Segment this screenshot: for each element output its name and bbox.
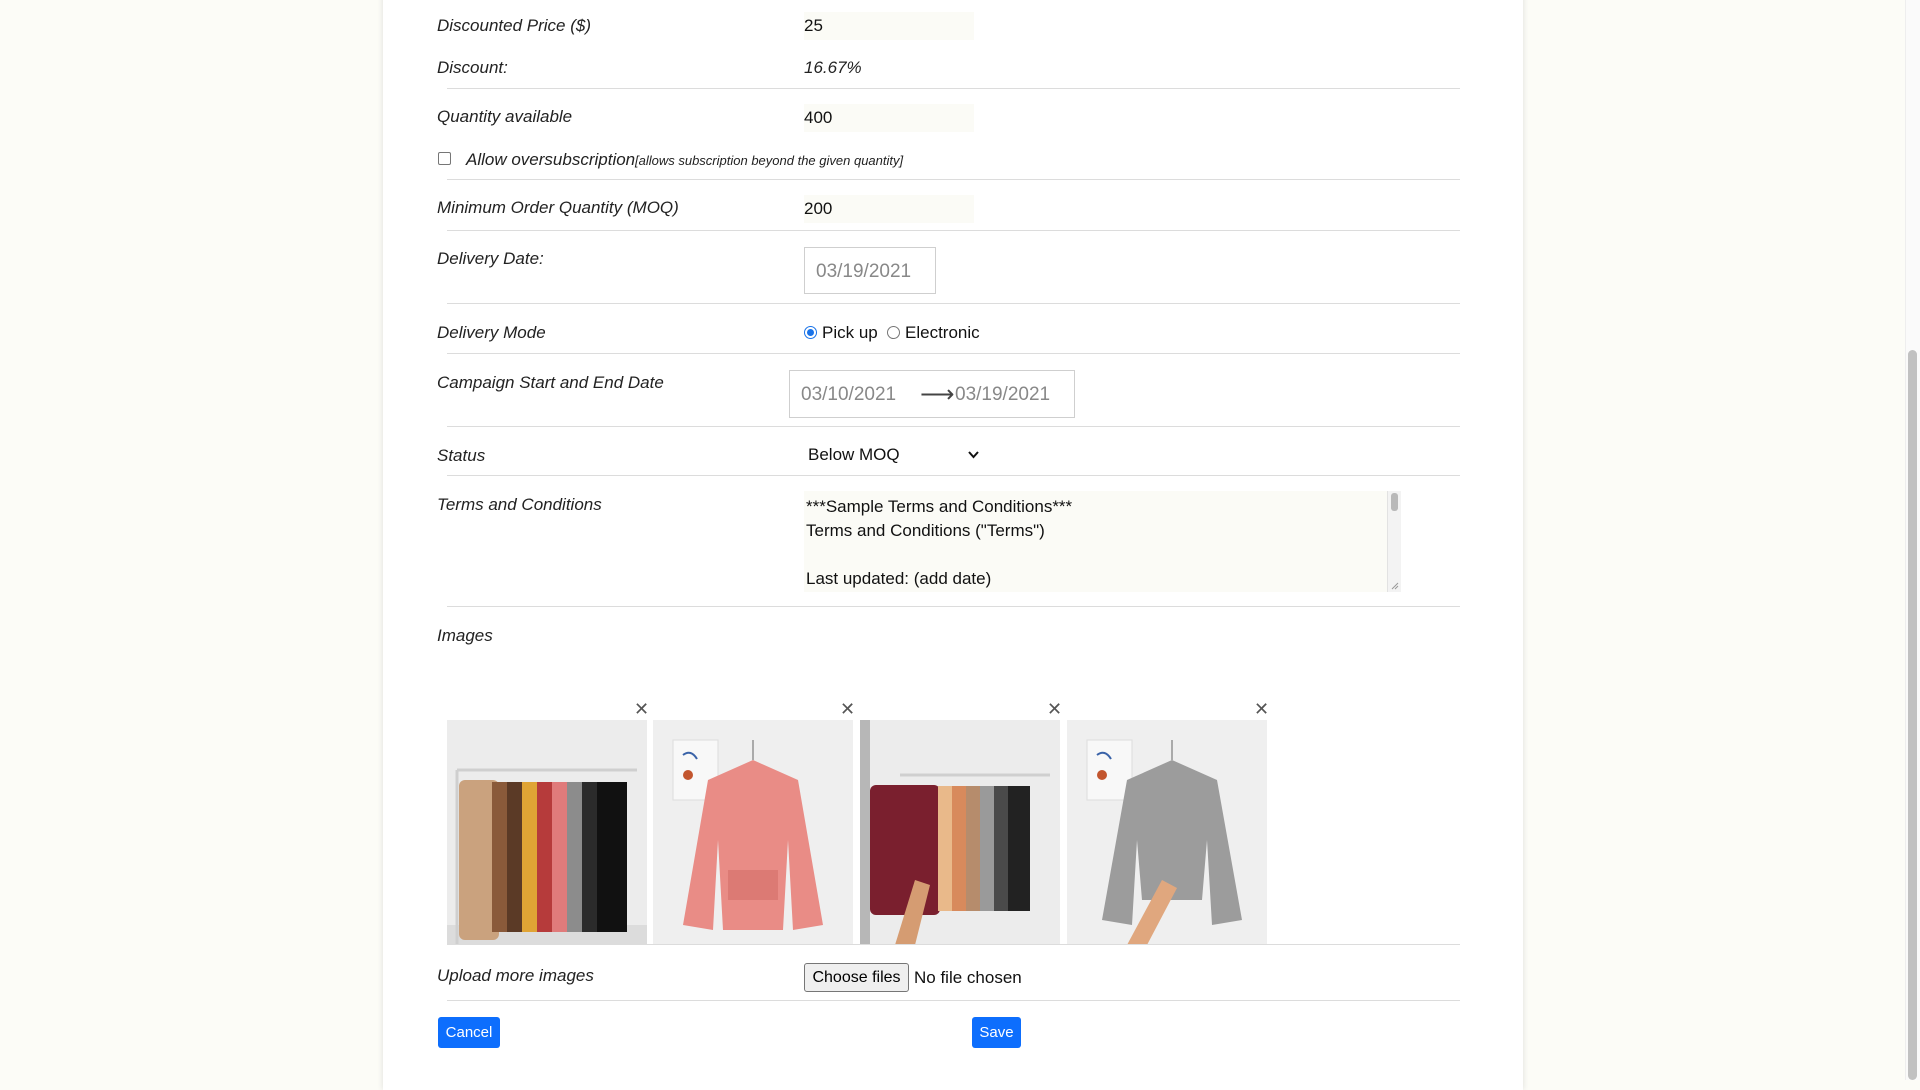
chevron-down-icon bbox=[968, 451, 979, 459]
page-scrollbar-thumb[interactable] bbox=[1908, 350, 1917, 1080]
product-image-4 bbox=[1067, 720, 1267, 945]
radio-electronic-label: Electronic bbox=[905, 323, 980, 342]
oversubscription-checkbox[interactable] bbox=[438, 152, 451, 165]
terms-label: Terms and Conditions bbox=[437, 495, 602, 514]
resize-handle-icon[interactable] bbox=[1390, 581, 1399, 590]
remove-image-3-icon[interactable]: ✕ bbox=[1047, 700, 1062, 718]
status-select[interactable]: Below MOQ bbox=[804, 441, 984, 469]
cancel-button[interactable]: Cancel bbox=[438, 1017, 500, 1048]
terms-scrollbar[interactable] bbox=[1387, 491, 1401, 592]
delivery-mode-label: Delivery Mode bbox=[437, 323, 546, 342]
moq-label: Minimum Order Quantity (MOQ) bbox=[437, 198, 679, 217]
remove-image-1-icon[interactable]: ✕ bbox=[634, 700, 649, 718]
delivery-date-input[interactable]: 03/19/2021 bbox=[804, 247, 936, 294]
delivery-date-label: Delivery Date: bbox=[437, 249, 544, 268]
status-label: Status bbox=[437, 446, 486, 465]
discounted-price-input[interactable]: 25 bbox=[804, 12, 974, 40]
divider bbox=[447, 230, 1460, 231]
campaign-label: Campaign Start and End Date bbox=[437, 373, 664, 392]
divider bbox=[447, 303, 1460, 304]
status-selected-value: Below MOQ bbox=[808, 445, 900, 464]
moq-input[interactable]: 200 bbox=[804, 195, 974, 223]
divider bbox=[447, 88, 1460, 89]
discount-value: 16.67% bbox=[804, 58, 862, 77]
campaign-start-date[interactable]: 03/10/2021 bbox=[801, 384, 896, 406]
quantity-input[interactable]: 400 bbox=[804, 104, 974, 132]
oversubscription-note: [allows subscription beyond the given qu… bbox=[635, 153, 904, 168]
images-label: Images bbox=[437, 626, 493, 645]
discount-label: Discount: bbox=[437, 58, 508, 77]
divider bbox=[447, 179, 1460, 180]
product-image-3 bbox=[860, 720, 1060, 945]
choose-files-button[interactable]: Choose files bbox=[804, 963, 909, 992]
divider bbox=[447, 426, 1460, 427]
divider bbox=[447, 353, 1460, 354]
product-image-1 bbox=[447, 720, 647, 945]
divider bbox=[447, 606, 1460, 607]
divider bbox=[447, 475, 1460, 476]
campaign-range-picker[interactable]: 03/10/2021 ⟶ 03/19/2021 bbox=[789, 370, 1075, 418]
discounted-price-label: Discounted Price ($) bbox=[437, 16, 592, 35]
save-button[interactable]: Save bbox=[972, 1017, 1021, 1048]
terms-line-2: Terms and Conditions ("Terms") bbox=[806, 521, 1045, 540]
oversubscription-label: Allow oversubscription bbox=[466, 150, 636, 169]
radio-electronic[interactable] bbox=[887, 326, 900, 339]
upload-label: Upload more images bbox=[437, 966, 594, 985]
terms-line-3: Last updated: (add date) bbox=[806, 569, 992, 588]
terms-textarea[interactable]: ***Sample Terms and Conditions*** Terms … bbox=[804, 491, 1401, 592]
radio-pickup-label: Pick up bbox=[822, 323, 878, 342]
page-scrollbar[interactable] bbox=[1905, 0, 1920, 1080]
no-file-chosen-text: No file chosen bbox=[914, 968, 1022, 987]
radio-pickup[interactable] bbox=[804, 326, 817, 339]
campaign-end-date[interactable]: 03/19/2021 bbox=[955, 384, 1050, 406]
remove-image-4-icon[interactable]: ✕ bbox=[1254, 700, 1269, 718]
terms-line-1: ***Sample Terms and Conditions*** bbox=[806, 497, 1073, 516]
arrow-right-icon: ⟶ bbox=[920, 381, 955, 408]
product-image-2 bbox=[653, 720, 853, 945]
quantity-label: Quantity available bbox=[437, 107, 573, 126]
remove-image-2-icon[interactable]: ✕ bbox=[840, 700, 855, 718]
divider bbox=[447, 944, 1460, 945]
divider bbox=[447, 1000, 1460, 1001]
terms-scrollbar-thumb[interactable] bbox=[1391, 493, 1398, 511]
